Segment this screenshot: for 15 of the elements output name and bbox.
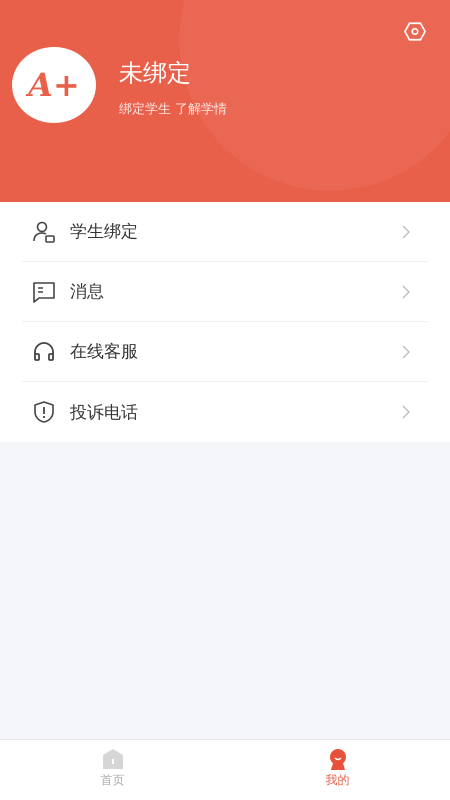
home-icon (102, 748, 124, 770)
menu-item[interactable]: 消息 (22, 262, 428, 322)
profile-name: 未绑定 (119, 58, 192, 88)
menu-item[interactable]: 投诉电话 (22, 382, 428, 442)
message-icon (32, 280, 56, 304)
chevron-icon (402, 224, 410, 238)
menu-item[interactable]: 在线客服 (22, 322, 428, 382)
shield-alert-icon (32, 400, 56, 424)
settings-icon[interactable] (404, 22, 426, 41)
user-icon (32, 220, 56, 244)
chevron-icon (402, 284, 410, 298)
chevron-icon (402, 405, 410, 419)
chevron-icon (402, 344, 410, 358)
headset-icon (32, 340, 56, 364)
menu-item[interactable]: 学生绑定 (22, 202, 428, 262)
